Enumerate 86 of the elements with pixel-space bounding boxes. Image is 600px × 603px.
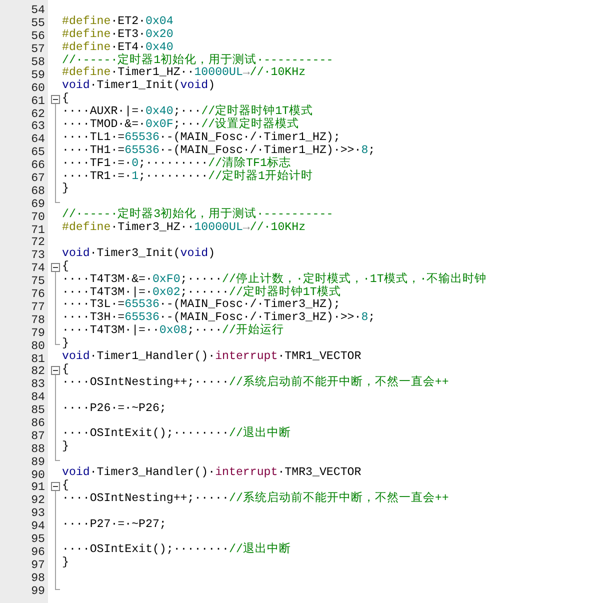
line-number: 70 — [31, 210, 45, 224]
line-number: 64 — [31, 133, 45, 146]
code-line: ····TH1·=65536·-(MAIN_Fosc·/·Timer1_HZ)·>>·8; — [62, 144, 376, 157]
code-line: } — [62, 183, 69, 196]
code-line: ····T4T3M·|=·0x02;······//定时器时钟1T模式 — [62, 286, 341, 299]
code-line: #define·Timer3_HZ··10000UL→//·10KHz — [62, 222, 306, 236]
code-line: ····TR1·=·1;·········//定时器1开始计时 — [62, 170, 313, 183]
line-number: 57 — [31, 43, 45, 56]
line-number: 87 — [31, 430, 45, 443]
line-number: 77 — [31, 300, 45, 314]
line-number: 85 — [31, 404, 45, 418]
line-number: 76 — [31, 288, 45, 302]
code-line: ····OSIntExit();········//退出中断 — [62, 428, 291, 440]
line-number: 91 — [31, 481, 45, 494]
line-number: 58 — [31, 56, 45, 70]
line-number: 72 — [31, 236, 45, 250]
line-number: 98 — [31, 572, 45, 585]
line-number: 62 — [31, 108, 45, 121]
line-number: 81 — [31, 352, 45, 366]
code-line: } — [62, 338, 69, 350]
line-number: 59 — [31, 68, 45, 82]
code-line: void·Timer3_Handler()·interrupt·TMR3_VECTOR — [62, 467, 362, 480]
line-number: 65 — [31, 146, 45, 160]
code-line: //·----·定时器3初始化，用于测试·---------- — [62, 209, 334, 222]
line-number: 84 — [31, 391, 45, 404]
line-number: 54 — [31, 4, 45, 18]
line-number: 80 — [31, 340, 45, 353]
code-line: ····AUXR·|=·0x40;···//定时器时钟1T模式 — [62, 106, 314, 118]
line-number: 93 — [31, 507, 45, 520]
line-number: 73 — [31, 249, 45, 262]
line-number: 75 — [31, 275, 45, 288]
line-number: 95 — [31, 532, 45, 546]
code-line: { — [62, 93, 69, 106]
line-number: 67 — [31, 172, 45, 186]
code-line: #define·ET3·0x20 — [62, 28, 174, 42]
code-line: void·Timer1_Init(void) — [62, 80, 216, 92]
line-number: 61 — [31, 94, 45, 108]
code-line: ····T4T3M·|=··0x08;····//开始运行 — [62, 325, 284, 338]
code-line: void·Timer3_Init(void) — [62, 248, 216, 260]
code-line: { — [62, 364, 69, 376]
code-line: ····T3L·=65536·-(MAIN_Fosc·/·Timer3_HZ); — [62, 299, 340, 312]
code-line: ····T4T3M·&=·0xF0;·····//停止计数，·定时模式，·1T模式，·不输出时钟 — [62, 274, 487, 286]
code-line: #define·ET2·0x04 — [62, 16, 174, 28]
code-line: { — [62, 480, 69, 492]
code-line: ····TL1·=65536·-(MAIN_Fosc·/·Timer1_HZ); — [62, 132, 340, 144]
code-line: ····OSIntExit();········//退出中断 — [62, 544, 291, 556]
code-line: } — [62, 557, 69, 570]
line-number: 74 — [31, 262, 45, 276]
code-line: ····OSIntNesting++;·····//系统启动前不能开中断，不然一直会++ — [62, 492, 449, 506]
line-number: 66 — [31, 159, 45, 172]
line-number: 55 — [31, 17, 45, 30]
fold-minus-icon[interactable] — [51, 262, 60, 272]
line-number: 92 — [31, 494, 45, 508]
line-number: 94 — [31, 520, 45, 534]
line-number: 86 — [31, 416, 45, 430]
line-number: 56 — [31, 30, 45, 44]
code-line: ····TF1·=·0;·········//清除TF1标志 — [62, 158, 291, 170]
fold-minus-icon[interactable] — [51, 95, 60, 104]
line-number: 63 — [31, 120, 45, 134]
fold-minus-icon[interactable] — [51, 366, 60, 375]
line-number: 99 — [31, 584, 45, 598]
line-number: 79 — [31, 326, 45, 340]
code-line: //·----·定时器1初始化，用于测试·---------- — [62, 54, 334, 67]
line-number: 68 — [31, 184, 45, 198]
line-number: 97 — [31, 558, 45, 572]
line-number: 69 — [31, 198, 45, 211]
code-line: ····TMOD·&=·0x0F;···//设置定时器模式 — [62, 119, 300, 132]
code-line: } — [62, 441, 69, 454]
code-line: void·Timer1_Handler()·interrupt·TMR1_VECTOR — [62, 351, 362, 364]
code-line: ····T3H·=65536·-(MAIN_Fosc·/·Timer3_HZ)·>>·8; — [62, 312, 376, 324]
code-line: { — [62, 260, 69, 274]
line-number: 88 — [31, 442, 45, 456]
code-line: ····OSIntNesting++;·····//系统启动前不能开中断，不然一直会++ — [62, 376, 449, 390]
code-line: ····P26·=·~P26; — [62, 402, 166, 416]
line-number: 78 — [31, 314, 45, 327]
line-number: 83 — [31, 378, 45, 392]
line-number: 60 — [31, 82, 45, 95]
fold-minus-icon[interactable] — [51, 482, 60, 491]
code-line: #define·ET4·0x40 — [62, 42, 174, 54]
line-number: 89 — [31, 456, 45, 469]
line-number: 96 — [31, 546, 45, 559]
line-number: 82 — [31, 365, 45, 378]
code-line: ····P27·=·~P27; — [62, 518, 166, 532]
line-number: 71 — [31, 224, 45, 237]
code-line: #define·Timer1_HZ··10000UL→//·10KHz — [62, 67, 306, 80]
line-number: 90 — [31, 468, 45, 482]
